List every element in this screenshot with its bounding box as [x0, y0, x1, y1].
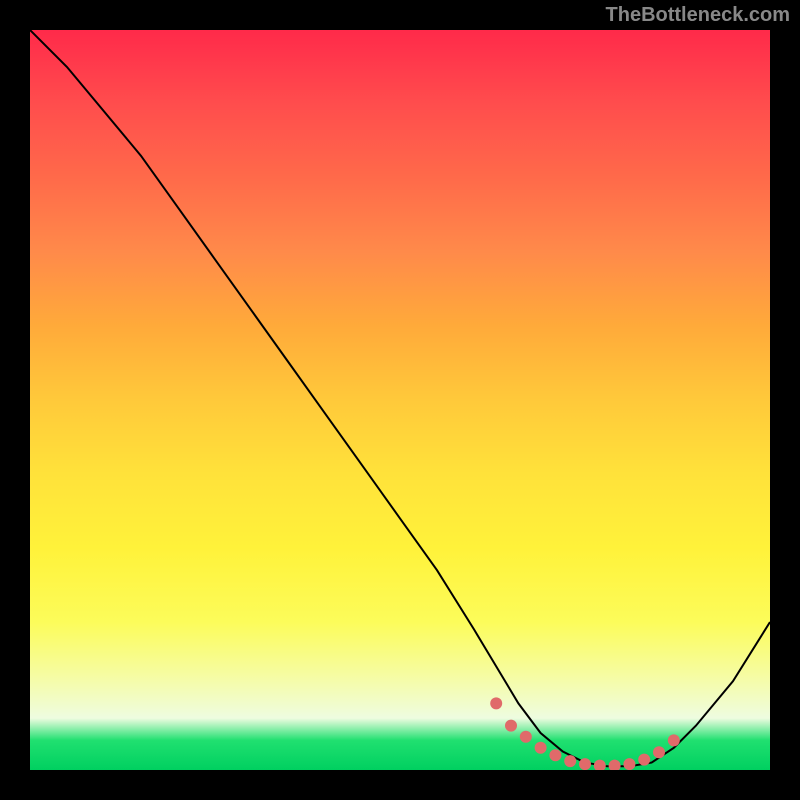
- highlight-dots-group: [490, 697, 680, 770]
- highlight-dot: [579, 758, 591, 770]
- highlight-dot: [490, 697, 502, 709]
- highlight-dot: [623, 758, 635, 770]
- highlight-dot: [505, 720, 517, 732]
- chart-svg: [30, 30, 770, 770]
- highlight-dot: [535, 742, 547, 754]
- highlight-dot: [653, 746, 665, 758]
- chart-plot-area: [30, 30, 770, 770]
- highlight-dot: [668, 734, 680, 746]
- highlight-dot: [638, 754, 650, 766]
- highlight-dot: [520, 731, 532, 743]
- highlight-dot: [609, 760, 621, 770]
- highlight-dot: [564, 755, 576, 767]
- highlight-dot: [549, 749, 561, 761]
- highlight-dot: [594, 760, 606, 770]
- watermark-text: TheBottleneck.com: [606, 4, 790, 27]
- bottleneck-curve: [30, 30, 770, 766]
